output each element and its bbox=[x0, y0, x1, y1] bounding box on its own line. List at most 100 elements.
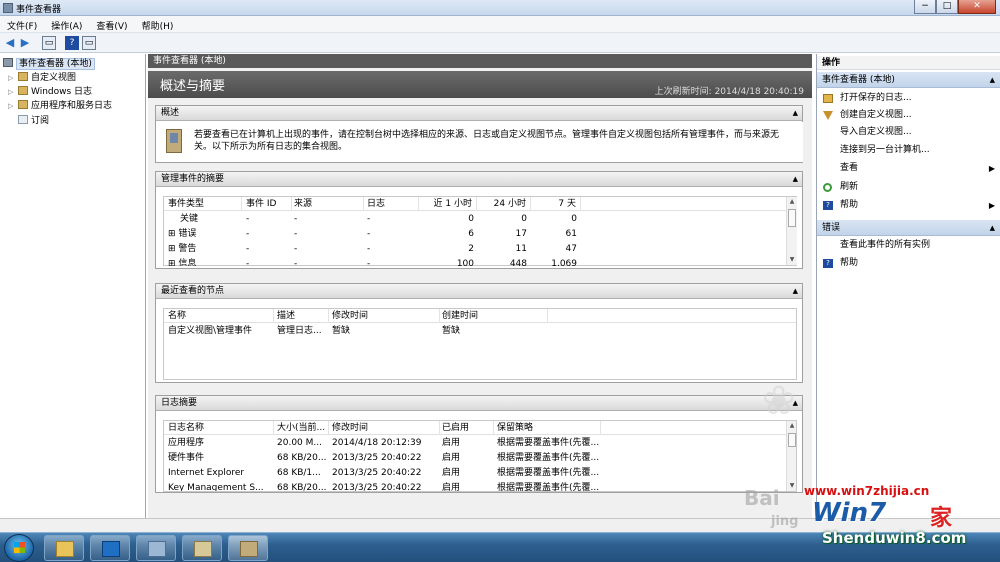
menu-file[interactable]: 文件(F) bbox=[0, 16, 44, 32]
col-header[interactable]: 日志 bbox=[367, 197, 419, 211]
vertical-scrollbar[interactable]: ▲ ▼ bbox=[786, 421, 796, 491]
collapse-arrow-icon[interactable]: ▲ bbox=[793, 172, 798, 187]
table-row[interactable]: ⊞ 错误 - - - 6 17 61 bbox=[164, 227, 796, 242]
show-hide-tree-icon[interactable]: ▭ bbox=[42, 36, 56, 50]
table-row[interactable]: Key Management S... 68 KB/20... 2013/3/2… bbox=[164, 481, 796, 491]
collapse-arrow-icon[interactable]: ▲ bbox=[990, 72, 995, 88]
help-icon[interactable]: ? bbox=[65, 36, 79, 50]
close-button[interactable]: ✕ bbox=[958, 0, 996, 14]
windows-logo-icon bbox=[14, 542, 25, 553]
taskbar-explorer[interactable] bbox=[44, 535, 84, 561]
action-view[interactable]: 查看 ▶ bbox=[817, 160, 1000, 177]
col-header[interactable]: 修改时间 bbox=[332, 421, 440, 435]
expand-arrow-icon[interactable]: ▷ bbox=[8, 71, 18, 85]
scrollbar-thumb[interactable] bbox=[788, 433, 796, 447]
recent-nodes-section: 最近查看的节点 ▲ 名称 描述 修改时间 创建时间 自定义视图\管理事件 管理日… bbox=[155, 283, 803, 383]
scroll-down-arrow-icon[interactable]: ▼ bbox=[787, 255, 797, 265]
collapse-arrow-icon[interactable]: ▲ bbox=[793, 284, 798, 299]
action-create-custom-view[interactable]: 创建自定义视图... bbox=[817, 107, 1000, 124]
cell: ⊞ 警告 bbox=[168, 244, 197, 254]
action-import-custom-view[interactable]: 导入自定义视图... bbox=[817, 124, 1000, 141]
actions-group-error[interactable]: 错误 ▲ bbox=[817, 220, 1000, 236]
taskbar-app-blue[interactable] bbox=[90, 535, 130, 561]
admin-events-section-header[interactable]: 管理事件的摘要 ▲ bbox=[156, 172, 802, 187]
window-title: 事件查看器 bbox=[16, 5, 62, 15]
table-row[interactable]: Internet Explorer 68 KB/1... 2013/3/25 2… bbox=[164, 466, 796, 481]
recent-nodes-section-header[interactable]: 最近查看的节点 ▲ bbox=[156, 284, 802, 299]
col-header[interactable]: 名称 bbox=[168, 309, 274, 323]
col-header[interactable]: 描述 bbox=[277, 309, 329, 323]
folder-icon bbox=[18, 72, 28, 81]
vertical-scrollbar[interactable]: ▲ ▼ bbox=[786, 197, 797, 265]
cell: 暂缺 bbox=[442, 326, 461, 336]
col-header[interactable]: 24 小时 bbox=[477, 197, 531, 211]
forward-arrow-icon[interactable]: ▶ bbox=[19, 36, 31, 50]
overview-section-header[interactable]: 概述 ▲ bbox=[156, 106, 802, 121]
cell: 暂缺 bbox=[332, 326, 351, 336]
col-header[interactable]: 7 天 bbox=[531, 197, 581, 211]
col-header[interactable]: 来源 bbox=[294, 197, 364, 211]
menu-bar: 文件(F) 操作(A) 查看(V) 帮助(H) bbox=[0, 16, 1000, 33]
table-row[interactable]: ⊞ 信息 - - - 100 448 1,069 bbox=[164, 257, 796, 266]
tree-item-custom-views[interactable]: ▷ 自定义视图 bbox=[8, 71, 76, 85]
collapse-arrow-icon[interactable]: ▲ bbox=[990, 220, 995, 236]
actions-group-event-viewer[interactable]: 事件查看器 (本地) ▲ bbox=[817, 72, 1000, 88]
console-tree: 事件查看器 (本地) ▷ 自定义视图 ▷ Windows 日志 ▷ 应用程序和服务日志… bbox=[0, 54, 146, 518]
table-row[interactable]: 应用程序 20.00 M... 2014/4/18 20:12:39 启用 根据… bbox=[164, 436, 796, 451]
taskbar-paint[interactable] bbox=[182, 535, 222, 561]
menu-action[interactable]: 操作(A) bbox=[44, 16, 89, 32]
action-help[interactable]: ? 帮助 ▶ bbox=[817, 197, 1000, 214]
section-title: 管理事件的摘要 bbox=[161, 174, 225, 184]
tree-root-label: 事件查看器 (本地) bbox=[16, 58, 95, 70]
col-header[interactable]: 近 1 小时 bbox=[419, 197, 477, 211]
col-header[interactable]: 日志名称 bbox=[168, 421, 274, 435]
back-arrow-icon[interactable]: ◀ bbox=[4, 36, 16, 50]
col-header[interactable]: 事件类型 bbox=[168, 197, 242, 211]
action-refresh[interactable]: 刷新 bbox=[817, 179, 1000, 196]
col-header[interactable]: 保留策略 bbox=[497, 421, 601, 435]
expand-arrow-icon[interactable]: ▷ bbox=[8, 99, 18, 113]
scroll-up-arrow-icon[interactable]: ▲ bbox=[787, 197, 797, 207]
paint-icon bbox=[194, 541, 212, 557]
action-label: 导入自定义视图... bbox=[840, 127, 912, 137]
taskbar-event-viewer[interactable] bbox=[228, 535, 268, 561]
minimize-button[interactable]: − bbox=[914, 0, 936, 14]
overview-section: 概述 ▲ 若要查看已在计算机上出现的事件，请在控制台树中选择相应的来源、日志或自… bbox=[155, 105, 803, 163]
tree-item-windows-logs[interactable]: ▷ Windows 日志 bbox=[8, 85, 92, 99]
cell: 448 bbox=[509, 259, 527, 266]
action-help-error[interactable]: ? 帮助 bbox=[817, 255, 1000, 272]
section-title: 最近查看的节点 bbox=[161, 286, 225, 296]
cell: 2014/4/18 20:12:39 bbox=[332, 438, 422, 448]
menu-view[interactable]: 查看(V) bbox=[89, 16, 134, 32]
collapse-arrow-icon[interactable]: ▲ bbox=[793, 106, 798, 121]
start-button[interactable] bbox=[4, 534, 34, 562]
col-header[interactable]: 创建时间 bbox=[442, 309, 548, 323]
actions-header: 操作 bbox=[817, 56, 1000, 70]
tree-root-event-viewer[interactable]: 事件查看器 (本地) bbox=[3, 57, 95, 71]
tree-item-subscriptions[interactable]: 订阅 bbox=[8, 114, 49, 128]
show-hide-actions-icon[interactable]: ▭ bbox=[82, 36, 96, 50]
col-header[interactable]: 修改时间 bbox=[332, 309, 440, 323]
scroll-down-arrow-icon[interactable]: ▼ bbox=[787, 481, 796, 491]
cell: - bbox=[367, 214, 371, 224]
help-icon: ? bbox=[823, 259, 833, 268]
table-row[interactable]: 硬件事件 68 KB/20... 2013/3/25 20:40:22 启用 根… bbox=[164, 451, 796, 466]
maximize-button[interactable]: □ bbox=[936, 0, 958, 14]
help-icon: ? bbox=[823, 201, 833, 210]
action-connect-computer[interactable]: 连接到另一台计算机... bbox=[817, 142, 1000, 159]
col-header[interactable]: 事件 ID bbox=[246, 197, 292, 211]
taskbar-network-app[interactable] bbox=[136, 535, 176, 561]
expand-arrow-icon[interactable]: ▷ bbox=[8, 85, 18, 99]
table-row[interactable]: 自定义视图\管理事件 管理日志... 暂缺 暂缺 bbox=[164, 324, 796, 339]
col-header[interactable]: 大小(当前... bbox=[277, 421, 329, 435]
action-open-saved-log[interactable]: 打开保存的日志... bbox=[817, 90, 1000, 107]
submenu-arrow-icon: ▶ bbox=[988, 164, 995, 173]
col-header[interactable]: 已启用 bbox=[442, 421, 494, 435]
log-summary-section-header[interactable]: 日志摘要 ▲ bbox=[156, 396, 802, 411]
menu-help[interactable]: 帮助(H) bbox=[135, 16, 181, 32]
action-view-all-instances[interactable]: 查看此事件的所有实例 bbox=[817, 237, 1000, 254]
table-row[interactable]: 关键 - - - 0 0 0 bbox=[164, 212, 796, 227]
tree-item-app-service-logs[interactable]: ▷ 应用程序和服务日志 bbox=[8, 99, 112, 113]
scrollbar-thumb[interactable] bbox=[788, 209, 796, 227]
table-row[interactable]: ⊞ 警告 - - - 2 11 47 bbox=[164, 242, 796, 257]
